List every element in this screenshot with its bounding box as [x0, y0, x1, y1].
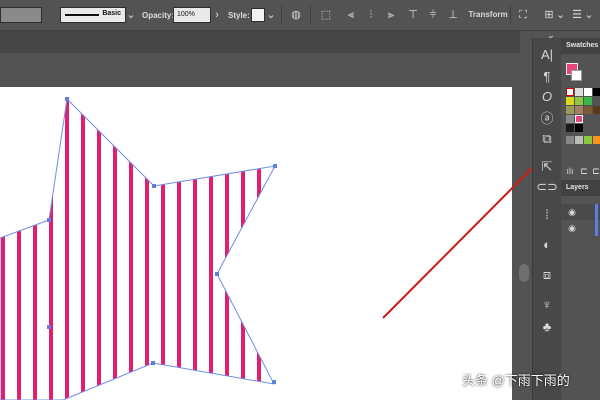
opentype-icon[interactable]: O: [535, 86, 559, 108]
swatch-green[interactable]: [584, 97, 592, 105]
layers-title: Layers: [566, 184, 589, 191]
right-panel: Swatches ılı ⊏ ⊏ Layers ◉ ◉: [561, 38, 600, 400]
layer-row[interactable]: ◉: [561, 220, 600, 236]
layer-color-indicator: [595, 204, 598, 220]
eye-icon[interactable]: ◉: [567, 205, 577, 219]
swatch-black-2[interactable]: [575, 124, 583, 132]
graphic-styles-icon[interactable]: ⧉: [535, 128, 559, 150]
character-icon[interactable]: A|: [535, 44, 559, 66]
layers-tab[interactable]: Layers: [561, 180, 600, 196]
swatch-libraries-icon[interactable]: ılı: [565, 164, 575, 178]
swatch-options-icon[interactable]: ⊏: [591, 164, 600, 178]
swatch-tan[interactable]: [575, 106, 583, 114]
layer-color-indicator: [595, 220, 598, 236]
pathfinder-icon[interactable]: ◐: [535, 234, 559, 256]
eye-icon[interactable]: ◉: [567, 221, 577, 235]
export-icon[interactable]: ⇱: [535, 156, 559, 178]
swatch-brown[interactable]: [584, 106, 592, 114]
swatch-registration[interactable]: [575, 88, 583, 96]
swatch-lime[interactable]: [575, 97, 583, 105]
swatch-lime-2[interactable]: [584, 136, 592, 144]
stroke-none-swatch[interactable]: [571, 70, 582, 81]
swatch-pattern-a[interactable]: [566, 115, 574, 123]
align-panel-icon[interactable]: ⁞: [535, 204, 559, 226]
character-styles-icon[interactable]: ⓐ: [535, 108, 559, 130]
swatch-light-gray[interactable]: [575, 136, 583, 144]
swatch-pattern-b[interactable]: [575, 115, 583, 123]
watermark-text: 头条 @下雨下雨的: [462, 373, 570, 388]
swatch-white[interactable]: [584, 88, 592, 96]
paragraph-icon[interactable]: ¶: [535, 66, 559, 88]
swatch-none[interactable]: [566, 88, 574, 96]
swatch-olive[interactable]: [566, 106, 574, 114]
swatch-dark-brown[interactable]: [593, 106, 600, 114]
panel-icon-strip: A| ¶ O ⓐ ⧉ ⇱ ⊂⊃ ⁞ ◐ ⧈ ♆ ♣: [532, 38, 562, 400]
swatch-dark-gray[interactable]: [566, 124, 574, 132]
star-artwork[interactable]: [0, 0, 600, 400]
swatch-black[interactable]: [593, 88, 600, 96]
swatch-yellow[interactable]: [566, 97, 574, 105]
swatches-title: Swatches: [566, 42, 599, 49]
symbols-icon[interactable]: ♆: [535, 294, 559, 316]
swatch-orange[interactable]: [593, 136, 600, 144]
show-kinds-icon[interactable]: ⊏: [579, 164, 589, 178]
link-icon[interactable]: ⊂⊃: [535, 176, 559, 198]
club-icon[interactable]: ♣: [535, 316, 559, 338]
star-shape[interactable]: [0, 97, 276, 400]
layer-row[interactable]: ◉: [561, 204, 600, 220]
swatch-gray[interactable]: [566, 136, 574, 144]
transparency-icon[interactable]: ⧈: [535, 264, 559, 286]
swatches-tab[interactable]: Swatches: [561, 38, 600, 54]
